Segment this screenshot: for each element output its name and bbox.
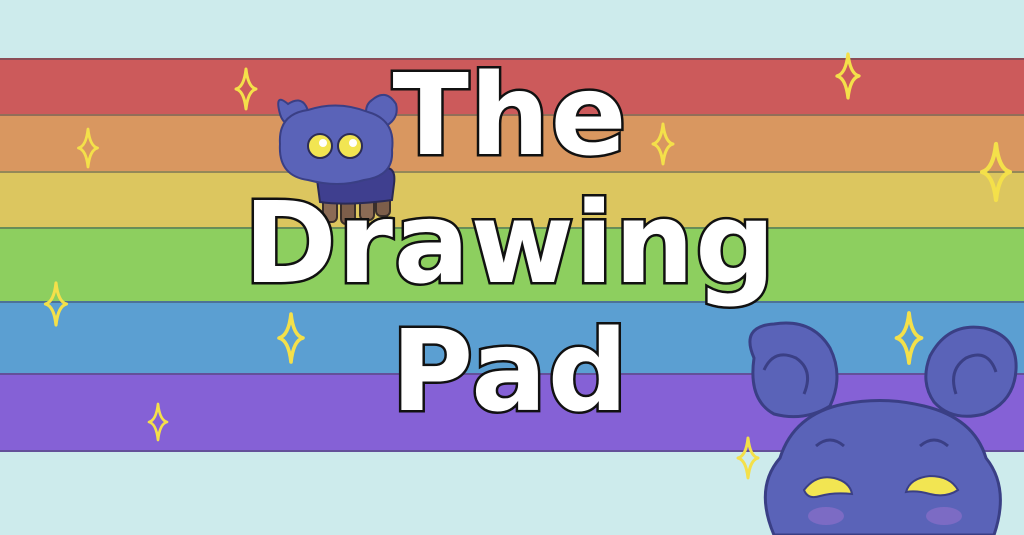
sparkle-icon: [835, 52, 861, 100]
title-line-1: The: [390, 50, 629, 183]
title-line-3: Pad: [389, 306, 631, 439]
sparkle-icon: [147, 402, 169, 442]
rainbow-banner: The Drawing Pad: [0, 0, 1024, 535]
sparkle-icon: [982, 144, 1010, 200]
mascot-large-icon: [748, 321, 1018, 535]
sparkle-icon: [77, 127, 99, 169]
sparkle-icon: [43, 281, 69, 327]
title-line-2: Drawing: [241, 178, 778, 311]
page-title: The Drawing Pad: [200, 50, 820, 439]
